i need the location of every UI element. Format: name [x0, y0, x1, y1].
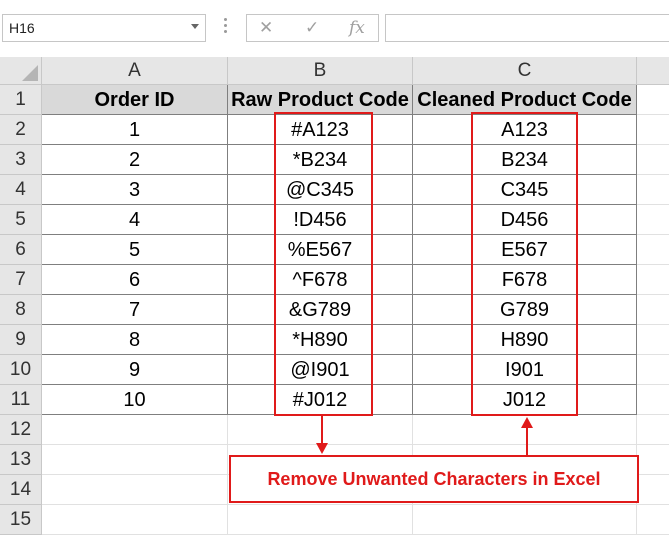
arrow-down-to-callout — [316, 416, 328, 454]
callout-box: Remove Unwanted Characters in Excel — [229, 455, 639, 503]
arrow-up-to-cleaned — [521, 417, 533, 455]
callout-text: Remove Unwanted Characters in Excel — [267, 469, 601, 489]
